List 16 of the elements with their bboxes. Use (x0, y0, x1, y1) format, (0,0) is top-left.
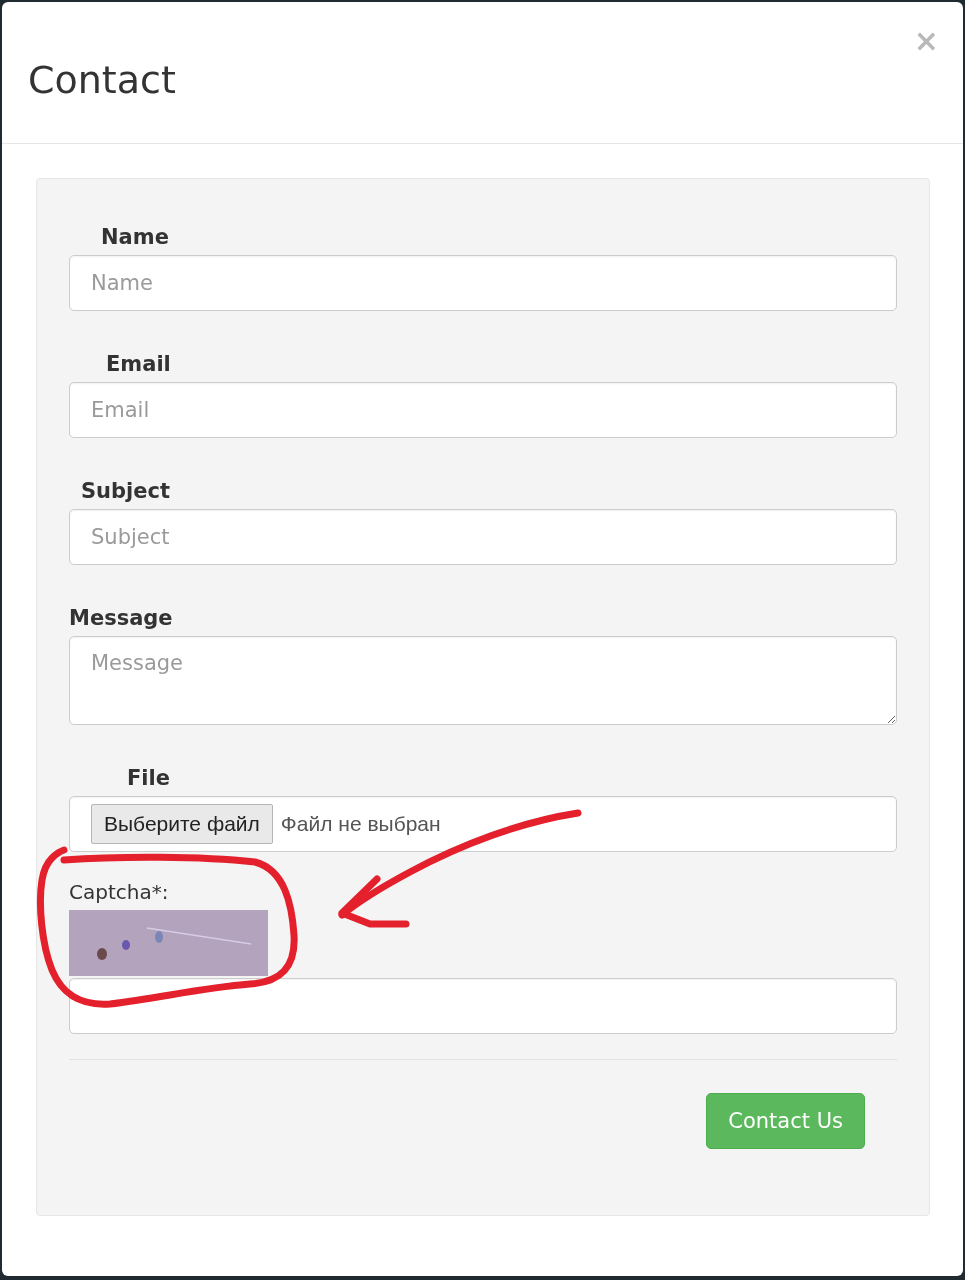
choose-file-button[interactable]: Выберите файл (91, 804, 273, 844)
field-label: Message (69, 606, 173, 630)
file-status-text: Файл не выбран (280, 812, 441, 836)
text-input[interactable]: Name (69, 255, 897, 311)
field-label: Subject (81, 479, 171, 503)
captcha-label: Captcha*: (69, 880, 169, 904)
contact-us-button[interactable]: Contact Us (706, 1093, 865, 1149)
close-button[interactable]: × (913, 26, 939, 56)
text-input[interactable]: Subject (69, 509, 897, 565)
field-label: Email (106, 352, 171, 376)
captcha-input[interactable] (69, 978, 897, 1034)
field-label: Name (101, 225, 169, 249)
text-input[interactable]: Email (69, 382, 897, 438)
field-label: File (127, 766, 170, 790)
dialog-title: Contact (28, 58, 176, 102)
message-textarea[interactable]: Message (69, 636, 897, 725)
